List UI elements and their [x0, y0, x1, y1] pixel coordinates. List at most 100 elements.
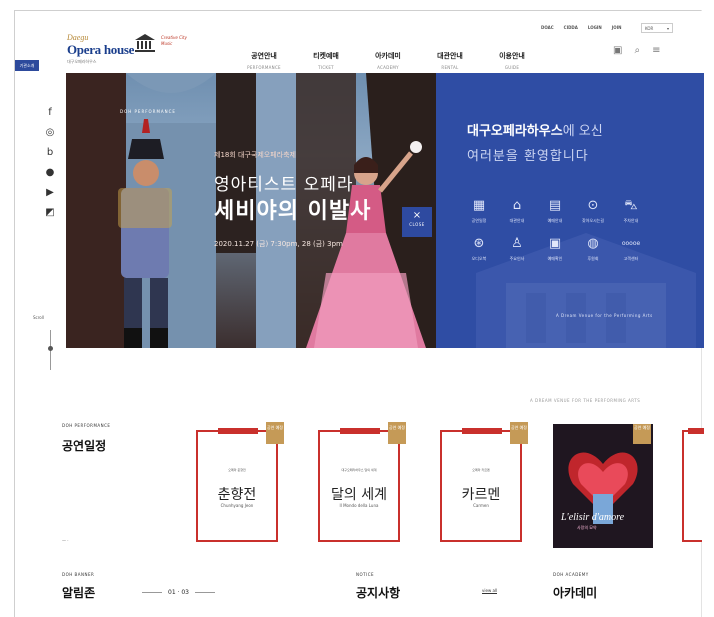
nav-item-rental[interactable]: 대관안내 RENTAL [419, 51, 481, 70]
performance-card[interactable]: 공연 예정 오페라 춘향전 춘향전 Chunhyang Jeon [196, 422, 284, 542]
welcome-slogan: A Dream Venue for the Performing Arts [556, 313, 653, 318]
quick-item-confirm[interactable]: ▣ 예매확인 [540, 236, 570, 262]
quick-label: 공연일정 [471, 218, 487, 223]
main-nav: 공연안내 PERFORMANCE 티켓예매 TICKET 아카데미 ACADEM… [233, 51, 543, 70]
close-icon: × [412, 210, 422, 221]
banner-title: 알림존 [62, 586, 96, 600]
utility-links: DOAC CIDDA LOGIN JOIN [541, 25, 622, 30]
pager-line [195, 592, 215, 593]
calendar-icon[interactable]: ▣ [613, 46, 622, 56]
quick-item-rental[interactable]: ⌂ 대관안내 [502, 198, 532, 224]
performance-card[interactable]: 공연 예정 대구오페라하우스 달의 세계 달의 세계 Il Mondo dell… [318, 422, 406, 542]
quick-label: 후원회 [587, 256, 599, 261]
util-link-login[interactable]: LOGIN [588, 25, 602, 30]
chevron-down-icon: ▾ [666, 26, 669, 31]
quick-item-customer[interactable]: ooooe 고객센터 [616, 236, 646, 262]
social-sidebar: f ◎ b ● ▶ ◩ [40, 103, 60, 223]
quick-item-support[interactable]: ◍ 후원회 [578, 236, 608, 262]
welcome-rest: 에 오신 [562, 124, 603, 139]
site-header: Daegu Opera house 대구오페라하우스 Creative City… [15, 11, 702, 73]
nav-label: 아카데미 [375, 52, 401, 60]
pager-line [142, 592, 162, 593]
banner-kicker: DOH BANNER [62, 572, 95, 577]
pager-text: 01 · 03 [168, 589, 189, 596]
util-link-join[interactable]: JOIN [612, 25, 622, 30]
performance-card-partial[interactable] [682, 428, 704, 542]
quick-item-location[interactable]: ⊙ 찾아오시는길 [578, 198, 608, 224]
banner-pager[interactable]: 01 · 03 [142, 589, 215, 596]
hero-festival: 제18회 대구국제오페라축제 [214, 151, 296, 159]
performance-kicker: DOH PERFORMANCE [62, 423, 111, 428]
youtube-icon[interactable]: ▶ [40, 183, 60, 203]
nav-label: 대관안내 [437, 52, 463, 60]
notice-title: 공지사항 [356, 586, 401, 600]
nav-sublabel: RENTAL [441, 65, 459, 70]
globe-icon: ◍ [587, 236, 599, 251]
blog-icon[interactable]: b [40, 143, 60, 163]
card-english: Chunhyang Jeon [220, 503, 254, 508]
close-label: CLOSE [409, 222, 425, 227]
quick-label: 찾아오시는길 [581, 218, 605, 223]
performance-card[interactable]: 공연 예정 오페라 카르멘 카르멘 Carmen [440, 422, 528, 542]
logo-line1: Daegu [67, 33, 89, 42]
more-icon: ooooe [621, 240, 641, 247]
search-icon[interactable]: ⌕ [634, 46, 640, 56]
performance-card-photo[interactable]: 공연 예정 L'elisir d'amore 사랑의 묘약 [553, 424, 653, 548]
nav-sublabel: PERFORMANCE [247, 65, 281, 70]
quick-item-parking[interactable]: ⛍ 주차안내 [616, 198, 646, 224]
hero-close-button[interactable]: × CLOSE [402, 207, 432, 237]
nav-item-performance[interactable]: 공연안내 PERFORMANCE [233, 51, 295, 70]
facebook-icon[interactable]: f [40, 103, 60, 123]
status-ribbon: 공연 예정 [266, 422, 284, 444]
nav-item-guide[interactable]: 이용안내 GUIDE [481, 51, 543, 70]
building-icon: ⌂ [512, 198, 522, 213]
poster-title: L'elisir d'amore [561, 512, 625, 523]
view-all-link[interactable]: view all [482, 588, 498, 594]
quick-label: 주요인사 [509, 256, 525, 261]
scroll-indicator [48, 346, 53, 351]
hero-title-line1: 영아티스트 오페라 [214, 175, 354, 195]
academy-kicker: DOH ACADEMY [553, 572, 589, 577]
util-link-doac[interactable]: DOAC [541, 25, 554, 30]
card-hanger [462, 428, 502, 434]
util-link-cidda[interactable]: CIDDA [564, 25, 578, 30]
status-ribbon: 공연 예정 [510, 422, 528, 444]
language-current: KOR [645, 26, 654, 31]
hero-title-line2: 세비야의 이발사 [214, 199, 372, 224]
nav-sublabel: ACADEMY [377, 65, 399, 70]
instagram-icon[interactable]: ◎ [40, 123, 60, 143]
gallery-icon[interactable]: ◩ [40, 203, 60, 223]
notice-kicker: NOTICE [356, 572, 375, 577]
nav-sublabel: TICKET [318, 65, 334, 70]
quick-label: 고객센터 [623, 256, 639, 261]
quick-label: 오디오북 [471, 256, 487, 261]
quick-item-schedule[interactable]: ▦ 공연일정 [464, 198, 494, 224]
quick-item-audio[interactable]: ⊛ 오디오북 [464, 236, 494, 262]
seat-icon: ♙ [511, 236, 523, 251]
unesco-logo-icon [135, 34, 155, 52]
status-ribbon: 공연 예정 [388, 422, 406, 444]
card-title: 카르멘 [461, 487, 501, 503]
welcome-line1: 대구오페라하우스에 오신 [467, 120, 603, 139]
menu-icon[interactable]: ≡ [652, 46, 660, 56]
frame-left-line [14, 10, 15, 617]
hero-visual[interactable]: DOH PERFORMANCE 제18회 대구국제오페라축제 영아티스트 오페라… [66, 73, 436, 348]
kakao-icon[interactable]: ● [40, 163, 60, 183]
card-hanger [688, 428, 704, 434]
partner-logo: Creative City Music [161, 35, 187, 46]
nav-item-academy[interactable]: 아카데미 ACADEMY [357, 51, 419, 70]
scroll-label: Scroll [33, 315, 44, 320]
ticket-icon: ▤ [548, 198, 562, 213]
side-badge[interactable]: 기관소개 [15, 60, 39, 71]
logo-line3: 대구오페라하우스 [67, 59, 97, 64]
map-pin-icon: ⊙ [587, 198, 599, 213]
logo-line2: Opera house [67, 42, 135, 57]
quick-label: 주차안내 [623, 218, 639, 223]
language-select[interactable]: KOR ▾ [641, 23, 673, 33]
nav-item-ticket[interactable]: 티켓예매 TICKET [295, 51, 357, 70]
quick-item-people[interactable]: ♙ 주요인사 [502, 236, 532, 262]
quick-label: 예매안내 [547, 218, 563, 223]
card-title: 춘향전 [217, 487, 257, 503]
quick-item-ticket[interactable]: ▤ 예매안내 [540, 198, 570, 224]
poster-subtitle: 사랑의 묘약 [577, 525, 597, 530]
